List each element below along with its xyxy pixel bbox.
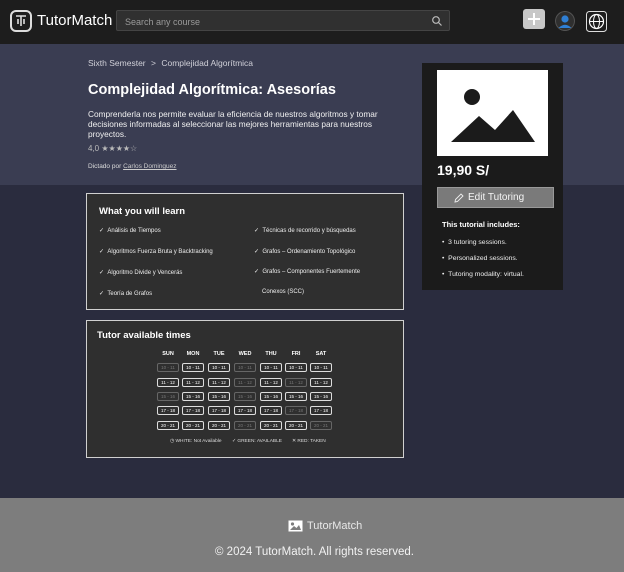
time-slot[interactable]: 11 - 12	[182, 378, 204, 387]
learn-title: What you will learn	[99, 206, 186, 217]
byline-prefix: Dictado por	[88, 163, 122, 170]
time-slot[interactable]: 10 - 11	[182, 363, 204, 372]
day-header: SAT	[315, 351, 327, 357]
legend-not-available: ◷ WHITE: Not Available	[170, 439, 222, 444]
time-slot[interactable]: 11 - 12	[208, 378, 230, 387]
course-thumbnail	[437, 70, 548, 156]
time-slot[interactable]: 10 - 11	[260, 363, 282, 372]
time-slot[interactable]: 15 - 16	[208, 392, 230, 401]
time-slot[interactable]: 10 - 11	[157, 363, 179, 372]
pencil-icon	[454, 193, 464, 203]
time-slot[interactable]: 15 - 16	[157, 392, 179, 401]
plus-icon	[528, 13, 540, 25]
time-slot[interactable]: 20 - 21	[285, 421, 307, 430]
includes-item: • Personalized sessions.	[442, 255, 518, 262]
search-icon[interactable]	[431, 15, 443, 27]
time-slot[interactable]: 20 - 21	[182, 421, 204, 430]
time-slot[interactable]: 15 - 16	[260, 392, 282, 401]
learn-item: Conexos (SCC)	[262, 289, 305, 295]
includes-item: • Tutoring modality: virtual.	[442, 271, 524, 278]
legend-taken: ✕ RED: TAKEN	[292, 439, 326, 444]
learn-item: ✓ Algoritmos Fuerza Bruta y Backtracking	[99, 249, 213, 255]
search-bar[interactable]	[116, 10, 450, 31]
brand-logo-icon[interactable]	[10, 10, 32, 32]
learn-item: ✓ Grafos – Ordenamiento Topológico	[254, 249, 356, 255]
breadcrumb-semester[interactable]: Sixth Semester	[88, 58, 146, 68]
breadcrumb-course[interactable]: Complejidad Algorítmica	[161, 58, 253, 68]
learn-item: ✓ Técnicas de recorrido y búsquedas	[254, 228, 356, 234]
tutor-link[interactable]: Carlos Dominguez	[123, 163, 176, 170]
image-placeholder-icon	[451, 89, 535, 142]
time-slot[interactable]: 10 - 11	[310, 363, 332, 372]
time-slot[interactable]: 15 - 16	[234, 392, 256, 401]
breadcrumb-separator: >	[151, 58, 156, 68]
time-slot[interactable]: 15 - 16	[285, 392, 307, 401]
brand-name[interactable]: TutorMatch	[37, 12, 112, 29]
time-slot[interactable]: 10 - 11	[234, 363, 256, 372]
time-slot[interactable]: 17 - 18	[182, 406, 204, 415]
day-header: MON	[186, 351, 200, 357]
learn-item: ✓ Teoría de Grafos	[99, 291, 153, 297]
time-slot[interactable]: 17 - 18	[157, 406, 179, 415]
time-slot[interactable]: 11 - 12	[234, 378, 256, 387]
time-slot[interactable]: 20 - 21	[208, 421, 230, 430]
course-description: Comprenderla nos permite evaluar la efic…	[88, 109, 378, 139]
globe-icon[interactable]	[586, 11, 607, 32]
time-slot[interactable]: 11 - 12	[285, 378, 307, 387]
day-header: SUN	[162, 351, 174, 357]
time-slot[interactable]: 20 - 21	[260, 421, 282, 430]
copyright: © 2024 TutorMatch. All rights reserved.	[215, 546, 414, 558]
learn-item: ✓ Grafos – Componentes Fuertemente	[254, 269, 361, 275]
add-button[interactable]	[523, 9, 545, 29]
time-slot[interactable]: 10 - 11	[208, 363, 230, 372]
time-slot[interactable]: 11 - 12	[157, 378, 179, 387]
legend-available: ✓ GREEN: AVAILABLE	[232, 439, 282, 444]
day-header: THU	[265, 351, 277, 357]
time-slot[interactable]: 11 - 12	[260, 378, 282, 387]
day-header: FRI	[291, 351, 301, 357]
learn-item: ✓ Algoritmo Divide y Vencerás	[99, 270, 183, 276]
edit-tutoring-label: Edit Tutoring	[468, 192, 525, 203]
time-slot[interactable]: 17 - 18	[260, 406, 282, 415]
times-title: Tutor available times	[97, 330, 191, 341]
time-slot[interactable]: 20 - 21	[234, 421, 256, 430]
day-header: WED	[238, 351, 252, 357]
time-slot[interactable]: 17 - 18	[310, 406, 332, 415]
learn-item: ✓ Análisis de Tiempos	[99, 228, 161, 234]
includes-title: This tutorial includes:	[442, 220, 520, 229]
includes-item: • 3 tutoring sessions.	[442, 239, 507, 246]
image-logo-icon	[288, 520, 303, 532]
time-slot[interactable]: 17 - 18	[234, 406, 256, 415]
time-slot[interactable]: 17 - 18	[208, 406, 230, 415]
time-slot[interactable]: 15 - 16	[310, 392, 332, 401]
course-price: 19,90 S/	[437, 162, 490, 178]
page-title: Complejidad Algorítmica: Asesorías	[88, 82, 336, 98]
time-slot[interactable]: 11 - 12	[310, 378, 332, 387]
time-slot[interactable]: 10 - 11	[285, 363, 307, 372]
breadcrumb: Sixth Semester > Complejidad Algorítmica	[88, 58, 253, 68]
time-slot[interactable]: 17 - 18	[285, 406, 307, 415]
time-slot[interactable]: 20 - 21	[310, 421, 332, 430]
search-input[interactable]	[123, 13, 427, 30]
time-slot[interactable]: 20 - 21	[157, 421, 179, 430]
course-rating: 4,0 ★★★★☆	[88, 144, 137, 153]
rating-stars: ★★★★☆	[101, 144, 138, 153]
rating-value: 4,0	[88, 144, 100, 153]
tutor-byline: Dictado por Carlos Dominguez	[88, 163, 177, 170]
footer	[0, 498, 624, 572]
footer-brand: TutorMatch	[307, 520, 363, 532]
day-header: TUE	[213, 351, 225, 357]
time-slot[interactable]: 15 - 16	[182, 392, 204, 401]
user-avatar-icon[interactable]	[555, 11, 575, 31]
